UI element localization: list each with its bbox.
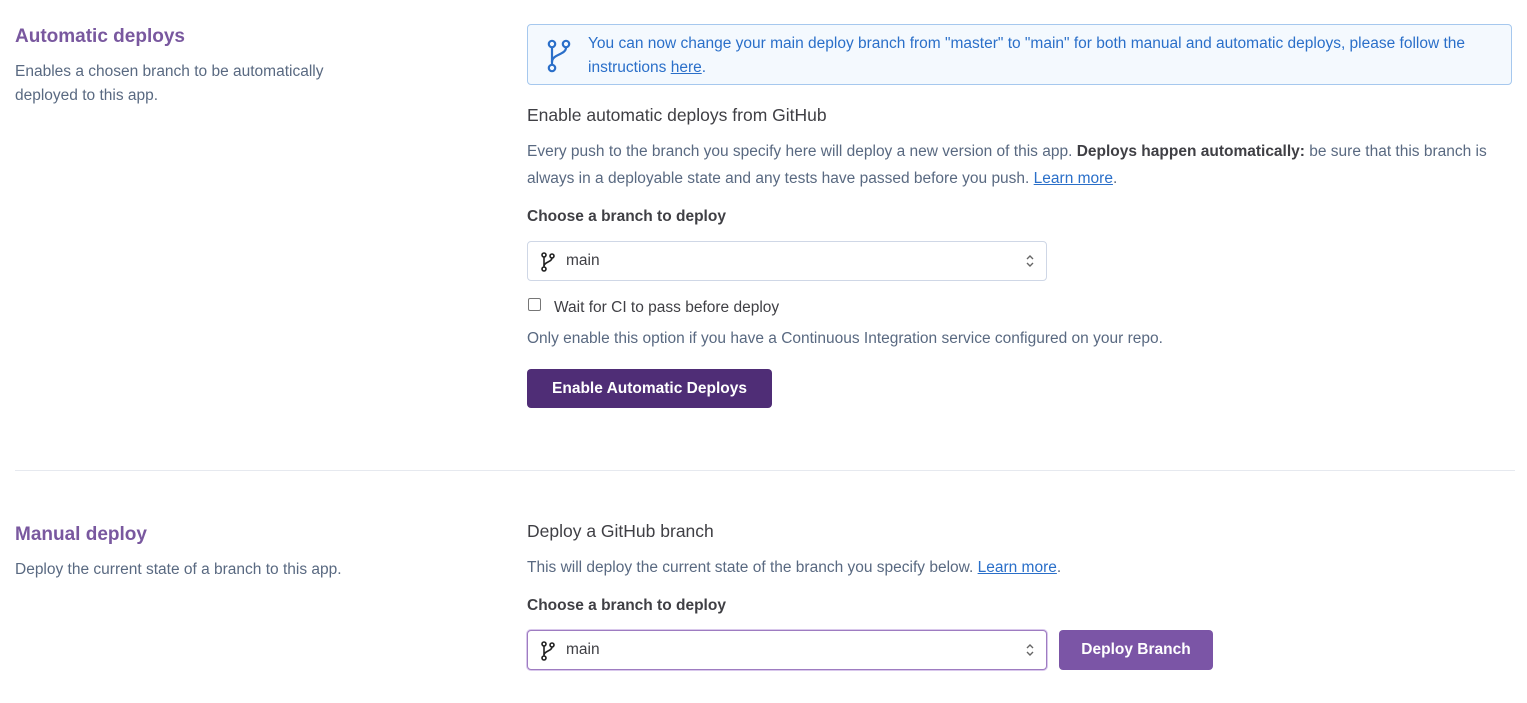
select-caret-icon [1025, 253, 1035, 274]
explanation-bold: Deploys happen automatically: [1076, 143, 1305, 160]
git-branch-icon [547, 39, 571, 78]
automatic-deploys-explanation: Every push to the branch you specify her… [527, 138, 1514, 192]
automatic-deploys-description: Enables a chosen branch to be automatica… [15, 63, 324, 104]
manual-branch-value: main [566, 641, 600, 658]
automatic-deploys-heading: Enable automatic deploys from GitHub [527, 105, 827, 125]
banner-text-end: . [701, 59, 707, 76]
automatic-branch-select[interactable]: main [527, 241, 1047, 281]
automatic-deploys-intro: Automatic deploys Enables a chosen branc… [15, 25, 360, 108]
automatic-deploys-title: Automatic deploys [15, 26, 185, 47]
banner-text: You can now change your main deploy bran… [588, 32, 1491, 80]
ci-note: Only enable this option if you have a Co… [527, 330, 1163, 347]
automatic-branch-label: Choose a branch to deploy [527, 208, 726, 225]
main-branch-banner: You can now change your main deploy bran… [527, 24, 1512, 85]
section-divider [15, 470, 1515, 471]
banner-instructions-link[interactable]: here [671, 59, 702, 76]
manual-deploy-heading: Deploy a GitHub branch [527, 521, 714, 541]
automatic-deploys-content: Enable automatic deploys from GitHub Eve… [527, 103, 1514, 225]
deploy-branch-button[interactable]: Deploy Branch [1059, 630, 1213, 670]
explanation-period: . [1112, 170, 1118, 187]
manual-branch-select[interactable]: main [527, 630, 1047, 670]
manual-deploy-content: Deploy a GitHub branch This will deploy … [527, 519, 1514, 614]
automatic-learn-more-link[interactable]: Learn more [1034, 170, 1113, 187]
branch-icon [541, 252, 555, 277]
branch-icon [541, 641, 555, 666]
manual-deploy-intro: Manual deploy Deploy the current state o… [15, 523, 360, 582]
enable-automatic-deploys-button[interactable]: Enable Automatic Deploys [527, 369, 772, 408]
select-caret-icon [1025, 642, 1035, 663]
manual-learn-more-link[interactable]: Learn more [978, 559, 1057, 576]
manual-explanation-text: This will deploy the current state of th… [527, 559, 978, 576]
manual-explanation-period: . [1056, 559, 1062, 576]
manual-deploy-description: Deploy the current state of a branch to … [15, 561, 342, 578]
wait-for-ci-label[interactable]: Wait for CI to pass before deploy [554, 297, 779, 319]
manual-branch-label: Choose a branch to deploy [527, 597, 726, 614]
banner-text-main: You can now change your main deploy bran… [588, 35, 1466, 76]
automatic-branch-value: main [566, 252, 600, 269]
manual-deploy-title: Manual deploy [15, 524, 147, 545]
explanation-text: Every push to the branch you specify her… [527, 143, 1077, 160]
manual-deploy-explanation: This will deploy the current state of th… [527, 554, 1514, 581]
wait-for-ci-checkbox[interactable] [528, 298, 541, 311]
